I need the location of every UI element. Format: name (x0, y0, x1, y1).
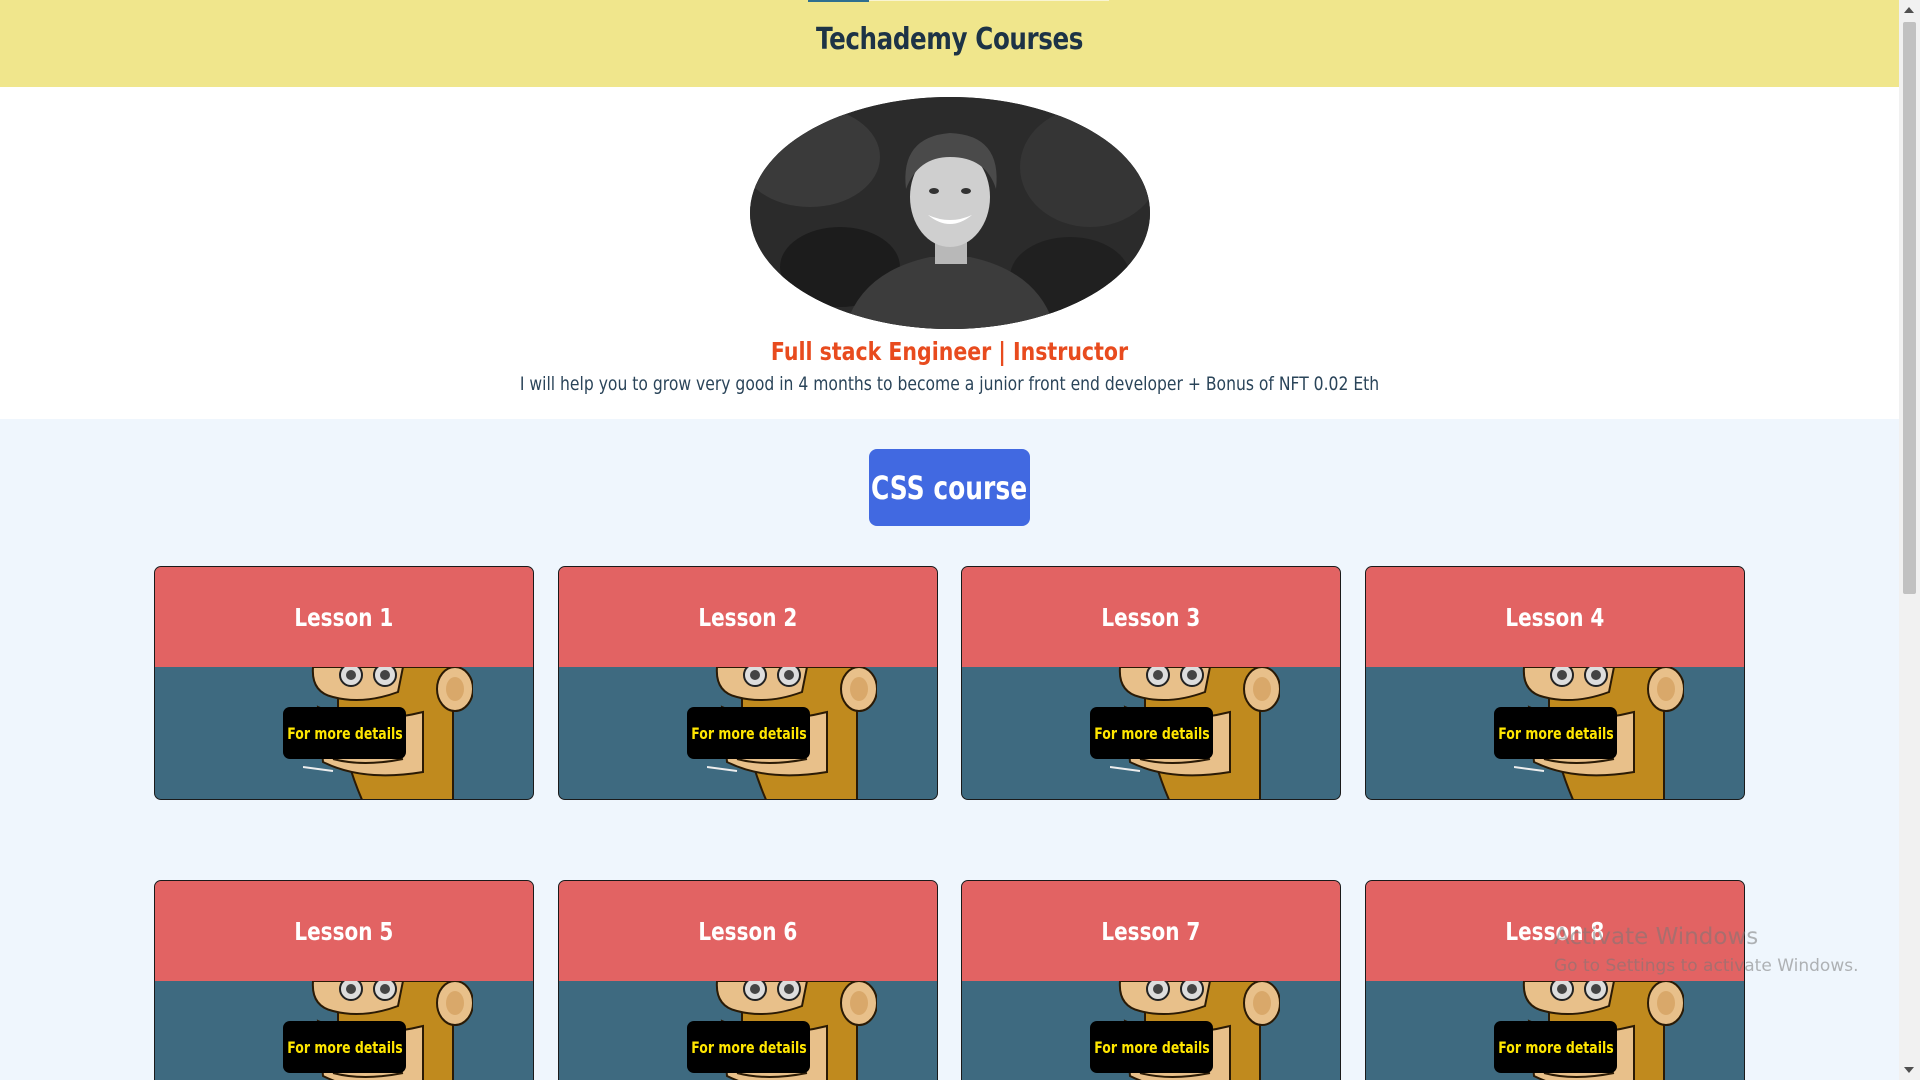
more-details-label: For more details (1093, 1037, 1210, 1057)
lesson-card-header: Lesson 1 (155, 567, 533, 667)
lesson-card-header: Lesson 7 (962, 881, 1340, 981)
lesson-card: Lesson 3 For more details (961, 566, 1341, 800)
header-tab-indicator (808, 0, 869, 2)
more-details-label: For more details (286, 723, 403, 743)
lesson-title: Lesson 3 (1101, 602, 1201, 632)
more-details-button[interactable]: For more details (1494, 1021, 1617, 1073)
more-details-button[interactable]: For more details (687, 707, 810, 759)
lesson-title: Lesson 5 (294, 916, 394, 946)
more-details-label: For more details (1093, 723, 1210, 743)
lesson-card: Lesson 1 For more details (154, 566, 534, 800)
vertical-scrollbar[interactable] (1899, 0, 1920, 1080)
header-divider (869, 0, 1109, 1)
lesson-title: Lesson 7 (1101, 916, 1201, 946)
lesson-title: Lesson 4 (1505, 602, 1605, 632)
more-details-label: For more details (1497, 723, 1614, 743)
more-details-button[interactable]: For more details (283, 1021, 406, 1073)
watermark-title: Activate Windows (1554, 924, 1759, 950)
instructor-bio: I will help you to grow very good in 4 m… (519, 373, 1380, 395)
lesson-card-header: Lesson 2 (559, 567, 937, 667)
more-details-label: For more details (286, 1037, 403, 1057)
css-course-button-label: CSS course (871, 468, 1028, 507)
instructor-role: Full stack Engineer | Instructor (770, 337, 1129, 366)
more-details-label: For more details (690, 1037, 807, 1057)
lesson-title: Lesson 6 (698, 916, 798, 946)
lesson-card-header: Lesson 6 (559, 881, 937, 981)
css-course-button[interactable]: CSS course (869, 449, 1030, 526)
instructor-profile: Full stack Engineer | Instructor I will … (0, 87, 1899, 419)
lesson-card: Lesson 6 For more details (558, 880, 938, 1080)
more-details-button[interactable]: For more details (1090, 707, 1213, 759)
scroll-up-icon[interactable] (1904, 7, 1914, 13)
more-details-label: For more details (690, 723, 807, 743)
lesson-card: Lesson 2 For more details (558, 566, 938, 800)
page-title: Techademy Courses (815, 22, 1084, 57)
instructor-photo (750, 97, 1150, 329)
lesson-title: Lesson 2 (698, 602, 798, 632)
more-details-button[interactable]: For more details (1090, 1021, 1213, 1073)
lesson-card-header: Lesson 3 (962, 567, 1340, 667)
more-details-button[interactable]: For more details (1494, 707, 1617, 759)
more-details-button[interactable]: For more details (283, 707, 406, 759)
scrollbar-thumb[interactable] (1903, 22, 1916, 594)
more-details-button[interactable]: For more details (687, 1021, 810, 1073)
lesson-card: Lesson 4 For more details (1365, 566, 1745, 800)
more-details-label: For more details (1497, 1037, 1614, 1057)
lesson-card-header: Lesson 4 (1366, 567, 1744, 667)
page: Techademy Courses Full stack Engineer | … (0, 0, 1899, 1080)
lesson-card: Lesson 8 For more details (1365, 880, 1745, 1080)
lesson-title: Lesson 1 (294, 602, 394, 632)
lesson-card: Lesson 5 For more details (154, 880, 534, 1080)
lesson-card-header: Lesson 5 (155, 881, 533, 981)
instructor-avatar (750, 97, 1150, 329)
scroll-down-icon[interactable] (1904, 1067, 1914, 1073)
watermark-subtitle: Go to Settings to activate Windows. (1554, 956, 1859, 976)
lesson-card: Lesson 7 For more details (961, 880, 1341, 1080)
os-activation-watermark: Activate Windows Go to Settings to activ… (1554, 924, 1859, 976)
site-header: Techademy Courses (0, 0, 1899, 87)
